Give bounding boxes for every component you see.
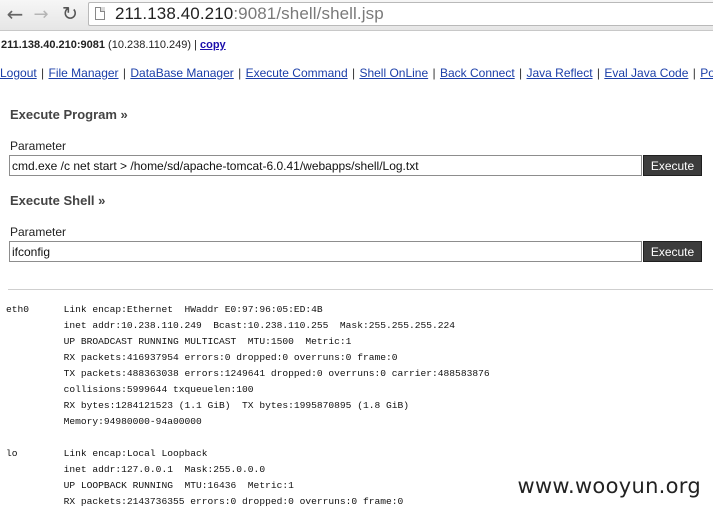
copy-link[interactable]: copy — [200, 39, 226, 51]
address-url[interactable]: 211.138.40.210:9081/shell/shell.jsp — [115, 4, 384, 24]
host-info: 211.138.40.210:9081 (10.238.110.249) | c… — [1, 39, 226, 51]
menu-eval-java-code[interactable]: Eval Java Code — [604, 66, 688, 80]
output-line: TX packets:488363038 errors:1249641 drop… — [6, 368, 490, 379]
output-line: UP LOOPBACK RUNNING MTU:16436 Metric:1 — [6, 480, 294, 491]
menu-separator: | — [41, 66, 45, 80]
menu-separator: | — [692, 66, 696, 80]
menu-java-reflect[interactable]: Java Reflect — [527, 66, 593, 80]
menu-separator: | — [238, 66, 242, 80]
menu-separator: | — [122, 66, 127, 80]
output-line: UP BROADCAST RUNNING MULTICAST MTU:1500 … — [6, 336, 352, 347]
program-parameter-label: Parameter — [10, 139, 67, 153]
output-line: collisions:5999644 txqueuelen:100 — [6, 384, 254, 395]
menu-separator: | — [596, 66, 600, 80]
output-line: RX packets:416937954 errors:0 dropped:0 … — [6, 352, 398, 363]
menu-port[interactable]: Port — [700, 66, 713, 80]
output-line: eth0 Link encap:Ethernet HWaddr E0:97:96… — [6, 304, 323, 315]
reload-icon[interactable]: ↻ — [59, 3, 81, 25]
menu-separator: | — [351, 66, 356, 80]
shell-menu: Logout | File Manager | DataBase Manager… — [0, 66, 713, 80]
back-icon[interactable]: ← — [4, 2, 26, 26]
command-output: eth0 Link encap:Ethernet HWaddr E0:97:96… — [6, 302, 490, 510]
menu-logout[interactable]: Logout — [0, 66, 37, 80]
host-address: 211.138.40.210:9081 — [1, 39, 105, 51]
execute-shell-title: Execute Shell » — [10, 193, 106, 208]
execute-program-button[interactable]: Execute — [643, 155, 702, 176]
browser-toolbar: ← → ↻ 211.138.40.210:9081/shell/shell.js… — [0, 0, 713, 31]
internal-address: (10.238.110.249) | — [105, 39, 200, 51]
watermark: www.wooyun.org — [515, 474, 703, 498]
shell-parameter-input[interactable] — [9, 241, 642, 262]
output-line: Memory:94980000-94a00000 — [6, 416, 202, 427]
url-host: 211.138.40.210 — [115, 4, 234, 23]
menu-database-manager[interactable]: DataBase Manager — [130, 66, 233, 80]
output-line: RX packets:2143736355 errors:0 dropped:0… — [6, 496, 404, 507]
output-line: inet addr:10.238.110.249 Bcast:10.238.11… — [6, 320, 456, 331]
output-line: lo Link encap:Local Loopback — [6, 448, 208, 459]
page-icon — [95, 7, 105, 20]
output-line: RX bytes:1284121523 (1.1 GiB) TX bytes:1… — [6, 400, 410, 411]
menu-separator: | — [432, 66, 436, 80]
menu-separator: | — [519, 66, 523, 80]
menu-execute-command[interactable]: Execute Command — [246, 66, 348, 80]
execute-shell-button[interactable]: Execute — [643, 241, 702, 262]
address-bar[interactable]: 211.138.40.210:9081/shell/shell.jsp — [88, 2, 713, 26]
url-path: :9081/shell/shell.jsp — [233, 4, 384, 23]
output-line: inet addr:127.0.0.1 Mask:255.0.0.0 — [6, 464, 266, 475]
menu-shell-online[interactable]: Shell OnLine — [359, 66, 428, 80]
section-divider — [8, 289, 713, 290]
forward-icon[interactable]: → — [30, 3, 52, 25]
execute-program-title: Execute Program » — [10, 107, 128, 122]
menu-back-connect[interactable]: Back Connect — [440, 66, 515, 80]
menu-file-manager[interactable]: File Manager — [49, 66, 119, 80]
shell-parameter-label: Parameter — [10, 225, 67, 239]
program-parameter-input[interactable] — [9, 155, 642, 176]
